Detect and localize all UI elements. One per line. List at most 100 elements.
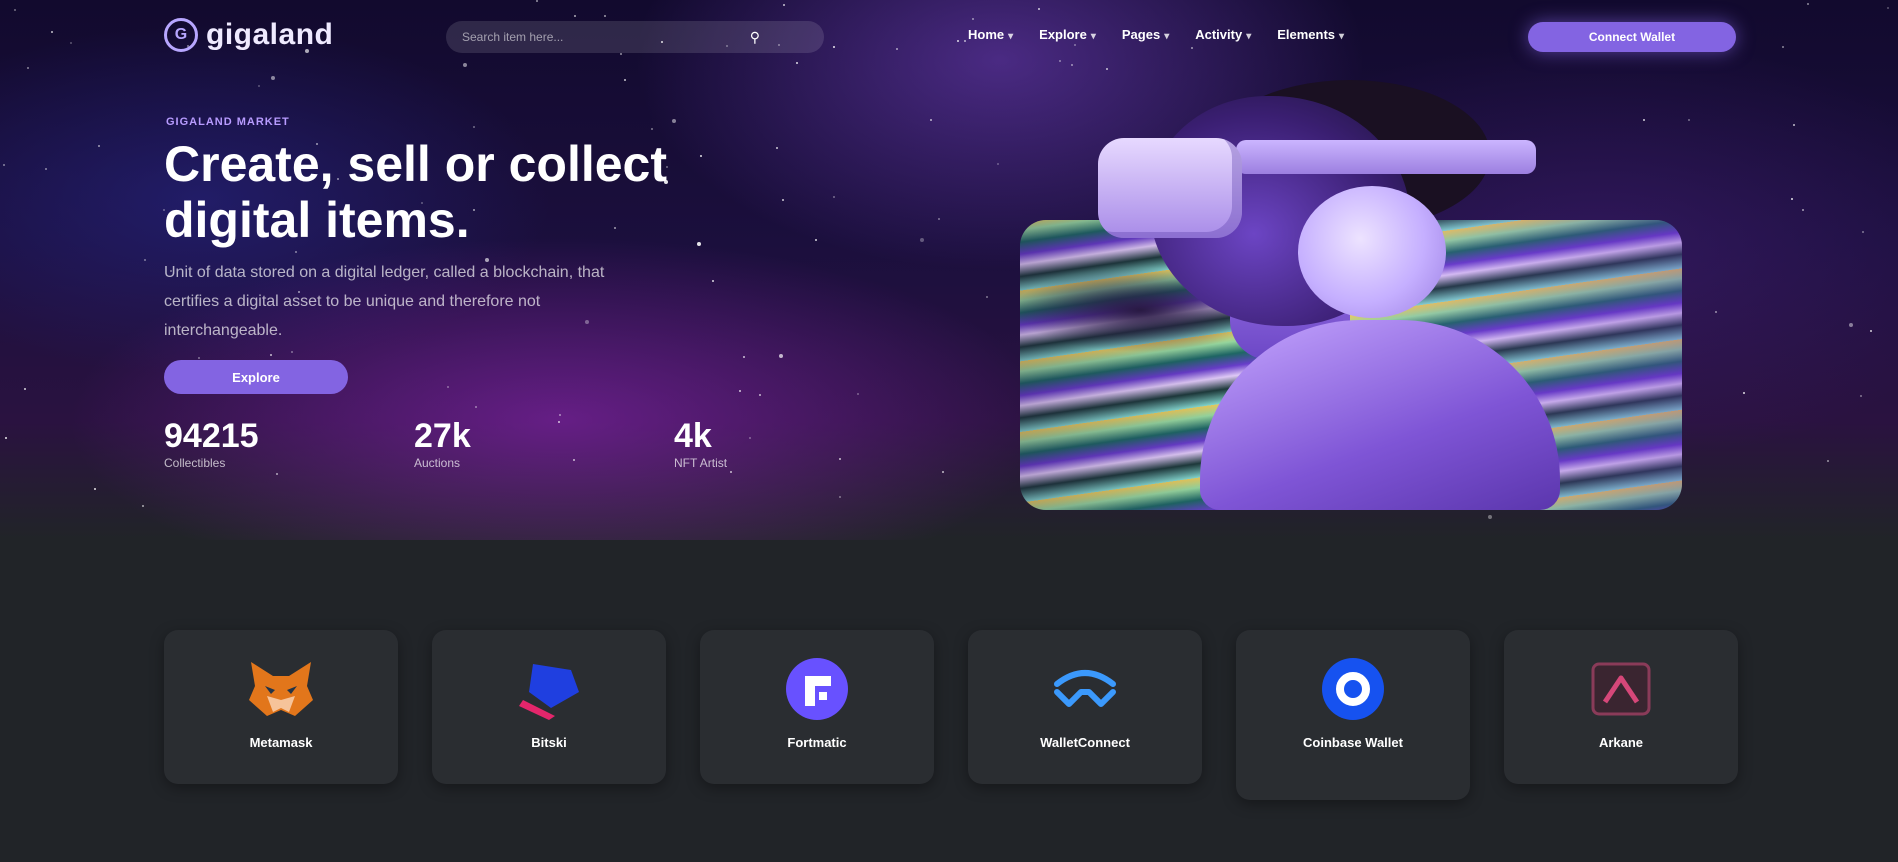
star: [1860, 395, 1862, 397]
stat-value: 27k: [414, 417, 471, 455]
wallet-card-arkane[interactable]: Arkane: [1504, 630, 1738, 784]
star: [473, 126, 475, 128]
star: [930, 119, 932, 121]
star: [291, 351, 293, 353]
star: [1715, 311, 1717, 313]
chevron-down-icon: ▾: [1164, 31, 1170, 42]
star: [144, 259, 146, 261]
wallet-card-metamask[interactable]: Metamask: [164, 630, 398, 784]
star: [5, 437, 7, 439]
star: [94, 488, 96, 490]
wallet-card-fortmatic[interactable]: Fortmatic: [700, 630, 934, 784]
hero-title-line: digital items.: [164, 192, 470, 248]
menu-item-label: Home: [968, 27, 1005, 42]
stat-nft-artist: 4k NFT Artist: [674, 418, 727, 470]
stat-label: Collectibles: [164, 456, 226, 470]
explore-button[interactable]: Explore: [164, 360, 348, 394]
star: [1802, 209, 1804, 211]
wallet-card-walletconnect[interactable]: WalletConnect: [968, 630, 1202, 784]
wallet-label: Bitski: [531, 735, 567, 750]
stat-auctions: 27k Auctions: [414, 418, 471, 470]
menu-item-label: Activity: [1195, 27, 1243, 42]
star: [730, 471, 732, 473]
star: [739, 390, 741, 392]
stat-label: NFT Artist: [674, 456, 728, 470]
menu-item-label: Pages: [1121, 27, 1161, 42]
hero-description-line: Unit of data stored on a digital ledger,…: [164, 264, 605, 281]
star: [942, 471, 944, 473]
star: [573, 459, 575, 461]
wallet-label: Fortmatic: [787, 735, 847, 750]
stat-collectibles: 94215 Collectibles: [164, 418, 259, 470]
wallet-label: Arkane: [1598, 735, 1644, 750]
search-icon[interactable]: ⚲: [750, 29, 760, 46]
bitski-icon: [519, 664, 579, 720]
star: [1688, 119, 1690, 121]
menu-item-home[interactable]: Home ▾: [968, 27, 1013, 42]
menu-item-label: Elements: [1277, 27, 1336, 42]
arkane-icon: [1591, 662, 1651, 716]
chevron-down-icon: ▾: [1008, 31, 1014, 42]
chevron-down-icon: ▾: [1339, 31, 1345, 42]
star: [759, 394, 761, 396]
logo-mark-icon: G: [164, 18, 198, 52]
top-nav: G gigaland ⚲ Home▾ Explore▾ Pages▾ Activ…: [0, 0, 1898, 72]
star: [1870, 330, 1872, 332]
star: [624, 79, 626, 81]
star: [1849, 323, 1853, 327]
menu-item-explore[interactable]: Explore ▾: [1039, 27, 1096, 42]
brand-logo[interactable]: G gigaland: [164, 18, 333, 52]
hero-title: Create, sell or collect digital items.: [164, 136, 924, 248]
wallet-label: WalletConnect: [1040, 735, 1130, 750]
coinbase-icon: [1322, 658, 1384, 720]
hero-description-line: certifies a digital asset to be unique a…: [164, 293, 541, 310]
search-input[interactable]: [460, 29, 750, 45]
star: [651, 128, 653, 130]
wallet-card-coinbase[interactable]: Coinbase Wallet: [1236, 630, 1470, 800]
star: [45, 168, 47, 170]
star: [295, 251, 297, 253]
star: [276, 473, 278, 475]
star: [1643, 119, 1645, 121]
metamask-fox-icon: [249, 662, 313, 716]
wallet-label: Metamask: [249, 735, 313, 750]
search-bar: ⚲: [446, 21, 824, 53]
star: [749, 437, 751, 439]
star: [986, 296, 988, 298]
star: [1743, 392, 1745, 394]
chevron-down-icon: ▾: [1246, 31, 1252, 42]
star: [743, 356, 745, 358]
chevron-down-icon: ▾: [1090, 31, 1096, 42]
star: [270, 354, 272, 356]
star: [1827, 460, 1829, 462]
wallet-card-bitski[interactable]: Bitski: [432, 630, 666, 784]
menu-item-activity[interactable]: Activity ▾: [1195, 27, 1251, 42]
stat-value: 4k: [674, 417, 712, 455]
star: [779, 354, 783, 358]
connect-wallet-button[interactable]: Connect Wallet: [1528, 22, 1736, 52]
hero-title-line: Create, sell or collect: [164, 136, 668, 192]
star: [1791, 198, 1793, 200]
hero-description: Unit of data stored on a digital ledger,…: [164, 258, 904, 345]
star: [558, 421, 560, 423]
menu-item-elements[interactable]: Elements ▾: [1277, 27, 1344, 42]
star: [3, 164, 5, 166]
hero-section: G gigaland ⚲ Home▾ Explore▾ Pages▾ Activ…: [0, 0, 1898, 540]
vr-headset-icon: [1098, 138, 1242, 238]
star: [142, 505, 144, 507]
star: [1488, 515, 1492, 519]
main-menu: Home ▾ Explore ▾ Pages ▾ Activity ▾ Elements…: [968, 27, 1344, 42]
star: [839, 496, 841, 498]
star: [1793, 124, 1795, 126]
menu-item-pages[interactable]: Pages ▾: [1122, 27, 1169, 42]
star: [271, 76, 275, 80]
brand-name: gigaland: [206, 18, 334, 51]
star: [198, 357, 200, 359]
stat-value: 94215: [164, 417, 259, 455]
star: [839, 458, 841, 460]
star: [258, 85, 260, 87]
star: [857, 393, 859, 395]
walletconnect-icon: [1054, 670, 1116, 707]
hero-tagline: Gigaland Market: [166, 116, 290, 128]
hero-description-line: interchangeable.: [164, 322, 283, 339]
